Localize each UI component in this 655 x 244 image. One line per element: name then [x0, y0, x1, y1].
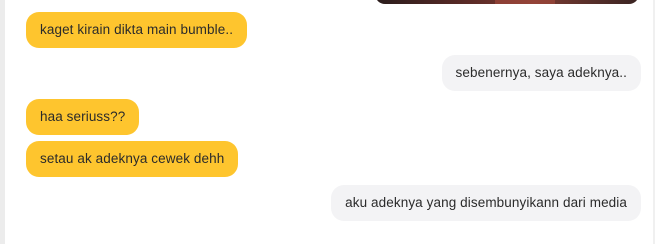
message-received[interactable]: setau ak adeknya cewek dehh: [26, 141, 239, 177]
chat-thread: kaget kirain dikta main bumble.. sebener…: [0, 0, 655, 244]
left-divider: [0, 0, 5, 244]
message-received[interactable]: haa seriuss??: [26, 99, 140, 135]
message-text: aku adeknya yang disembunyikann dari med…: [345, 195, 627, 210]
shared-media-thumbnail[interactable]: [375, 0, 639, 4]
message-received[interactable]: kaget kirain dikta main bumble..: [26, 12, 248, 48]
message-text: sebenernya, saya adeknya..: [455, 65, 627, 80]
message-sent[interactable]: aku adeknya yang disembunyikann dari med…: [331, 185, 641, 221]
message-text: haa seriuss??: [40, 109, 126, 124]
message-text: kaget kirain dikta main bumble..: [40, 22, 234, 37]
message-text: setau ak adeknya cewek dehh: [40, 151, 225, 166]
message-sent[interactable]: sebenernya, saya adeknya..: [441, 55, 641, 91]
